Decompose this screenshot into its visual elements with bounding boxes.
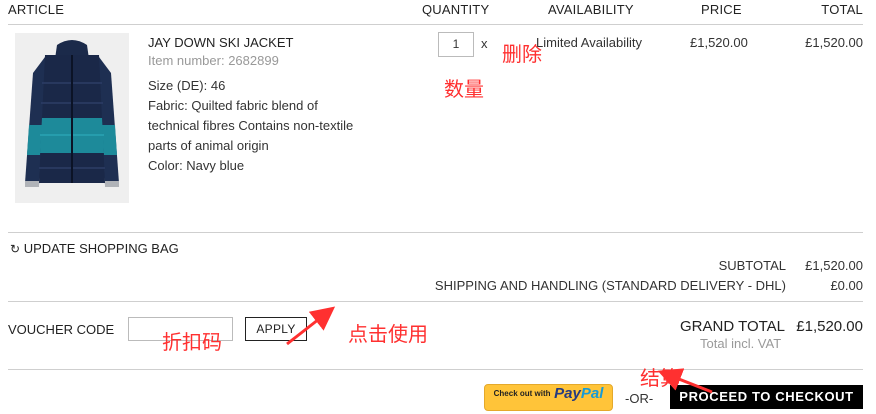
arrow-to-checkout [657, 368, 713, 394]
arrow-to-apply [286, 306, 336, 346]
annotation-arrows [286, 306, 713, 394]
